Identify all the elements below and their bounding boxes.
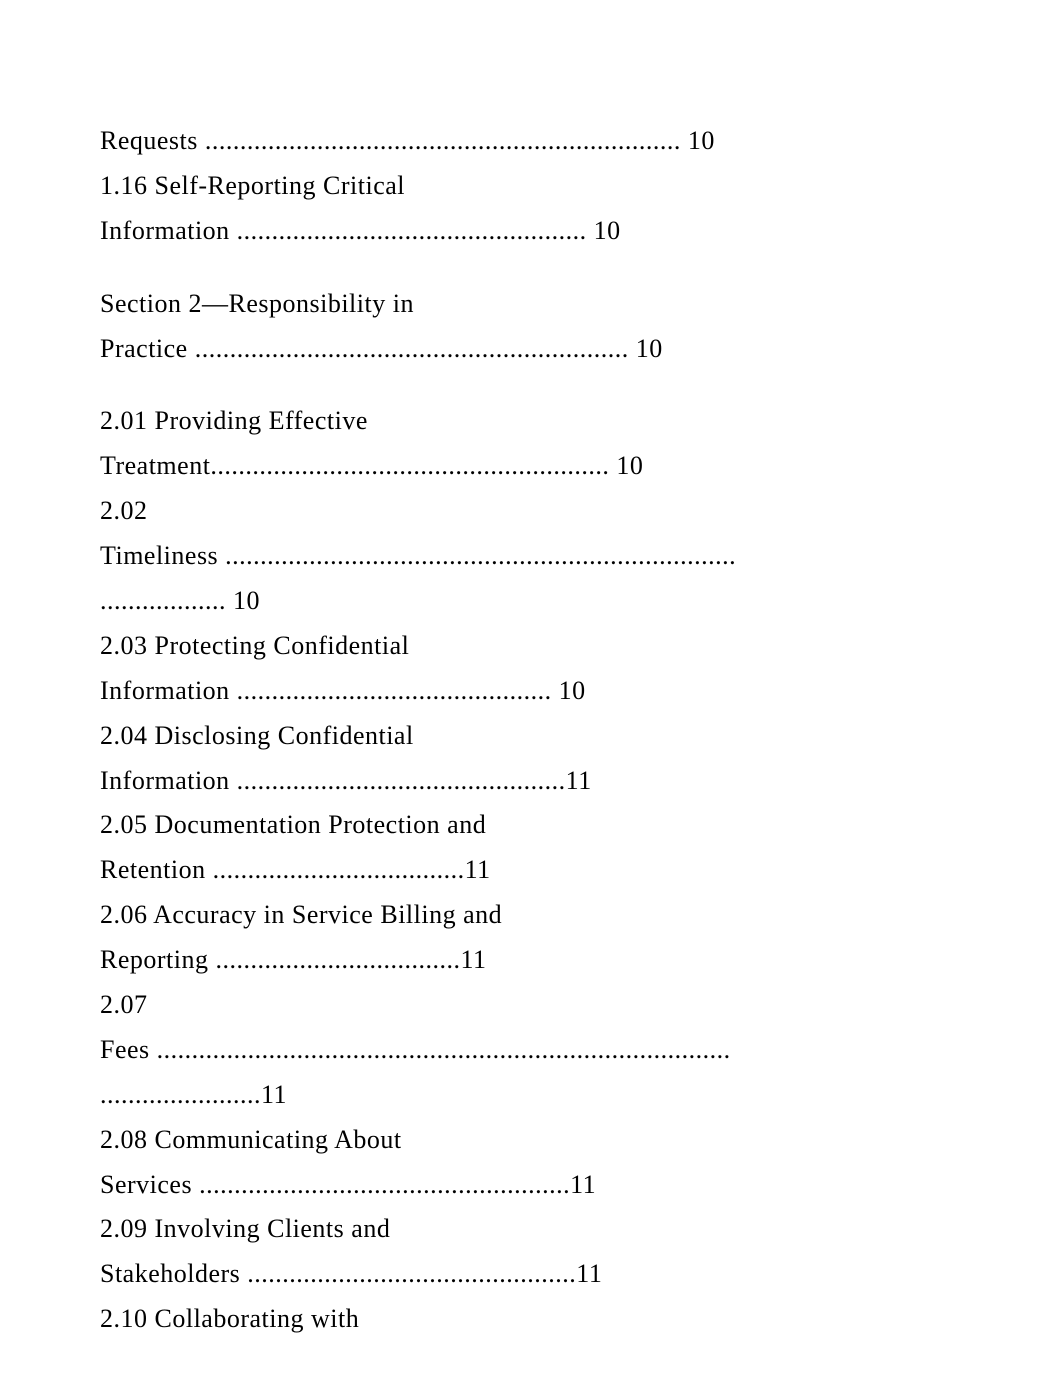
toc-line: Services ...............................… [100,1164,962,1207]
toc-line: Section 2—Responsibility in [100,283,962,326]
toc-line: Retention ..............................… [100,849,962,892]
toc-line: 1.16 Self-Reporting Critical [100,165,962,208]
spacer [100,372,962,400]
toc-line: Practice ...............................… [100,328,962,371]
toc-line: 2.07 [100,984,962,1027]
toc-content: Requests ...............................… [100,120,962,1341]
toc-line: 2.01 Providing Effective [100,400,962,443]
spacer [100,255,962,283]
toc-line: 2.06 Accuracy in Service Billing and [100,894,962,937]
toc-line: Information ............................… [100,670,962,713]
toc-line: Information ............................… [100,210,962,253]
toc-line: 2.02 [100,490,962,533]
toc-line: 2.10 Collaborating with [100,1298,962,1341]
toc-line: Information ............................… [100,760,962,803]
toc-line: 2.04 Disclosing Confidential [100,715,962,758]
toc-line: Treatment...............................… [100,445,962,488]
toc-line: Stakeholders ...........................… [100,1253,962,1296]
toc-line: 2.09 Involving Clients and [100,1208,962,1251]
toc-line: Fees ...................................… [100,1029,962,1072]
toc-line: Reporting ..............................… [100,939,962,982]
toc-line: Requests ...............................… [100,120,962,163]
toc-line: Timeliness .............................… [100,535,962,578]
toc-line: 2.08 Communicating About [100,1119,962,1162]
toc-line: 2.05 Documentation Protection and [100,804,962,847]
toc-line: 2.03 Protecting Confidential [100,625,962,668]
toc-line: .................. 10 [100,580,962,623]
toc-line: .......................11 [100,1074,962,1117]
